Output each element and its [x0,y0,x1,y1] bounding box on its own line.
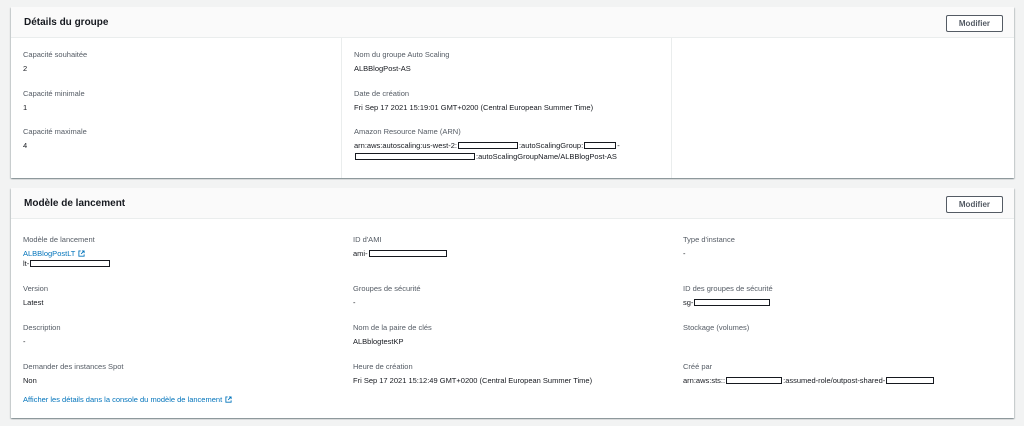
launch-template-column-1: Modèle de lancement ALBBlogPostLT lt- Ve… [11,219,341,418]
redacted-account-box-2 [726,377,783,384]
desired-capacity-field: Capacité souhaitée 2 [23,50,331,74]
redacted-sg-box [694,299,771,306]
desired-capacity-value: 2 [23,64,28,73]
launch-template-header: Modèle de lancement Modifier [11,188,1014,219]
arn-value-line-1: arn:aws:autoscaling:us-west-2: :autoScali… [354,141,661,151]
template-id-value: lt- [23,259,331,269]
ami-label: ID d'AMI [353,235,382,244]
creation-time-label: Heure de création [353,362,413,371]
key-pair-label: Nom de la paire de clés [353,323,432,332]
created-by-value: arn:aws:sts:::assumed-role/outpost-share… [683,376,1004,386]
sg-ids-label: ID des groupes de sécurité [683,284,773,293]
ami-field: ID d'AMI ami- [353,235,661,259]
ami-value: ami- [353,249,661,259]
console-details-link[interactable]: Afficher les détails dans la console du … [23,395,222,404]
edit-group-button[interactable]: Modifier [945,15,1003,32]
creation-time-value: Fri Sep 17 2021 15:12:49 GMT+0200 (Centr… [353,376,593,385]
created-by-label: Créé par [683,362,713,371]
external-link-icon[interactable] [78,250,85,257]
launch-template-column-3: Type d'instance - ID des groupes de sécu… [671,219,1014,418]
description-field: Description - [23,323,331,347]
template-label: Modèle de lancement [23,235,95,244]
description-label: Description [23,323,61,332]
group-details-title: Détails du groupe [24,17,109,28]
redacted-ami-box [368,250,447,257]
max-capacity-value: 4 [23,141,28,150]
created-by-prefix: arn:aws:sts:: [683,376,726,385]
arn-prefix: arn:aws:autoscaling:us-west-2: [354,141,457,150]
launch-template-column-2: ID d'AMI ami- Groupes de sécurité - Nom … [341,219,671,418]
sg-ids-field: ID des groupes de sécurité sg- [683,284,1004,308]
arn-asg-name-segment: :autoScalingGroupName/ALBBlogPost-AS [476,152,617,161]
group-details-column-1: Capacité souhaitée 2 Capacité minimale 1… [11,38,341,178]
asg-name-value: ALBBlogPost-AS [354,64,411,73]
created-by-role: :assumed-role/outpost-shared- [783,376,886,385]
creation-date-label: Date de création [354,89,410,98]
security-groups-label: Groupes de sécurité [353,284,421,293]
sg-prefix: sg- [683,298,694,307]
min-capacity-label: Capacité minimale [23,89,85,98]
asg-name-field: Nom du groupe Auto Scaling ALBBlogPost-A… [354,50,661,74]
storage-field: Stockage (volumes) [683,323,1004,333]
arn-label: Amazon Resource Name (ARN) [354,127,461,136]
arn-value-line-2: :autoScalingGroupName/ALBBlogPost-AS [354,152,661,162]
version-label: Version [23,284,49,293]
spot-label: Demander des instances Spot [23,362,124,371]
min-capacity-field: Capacité minimale 1 [23,89,331,113]
storage-label: Stockage (volumes) [683,323,750,332]
key-pair-value: ALBblogtestKP [353,337,404,346]
arn-asg-segment: :autoScalingGroup: [518,141,584,150]
launch-template-title: Modèle de lancement [24,198,126,209]
redacted-id-box [584,142,617,149]
template-field: Modèle de lancement ALBBlogPostLT lt- [23,235,331,269]
template-link[interactable]: ALBBlogPostLT [23,249,75,258]
group-details-column-3 [671,38,1014,178]
external-link-icon[interactable] [225,396,232,403]
max-capacity-label: Capacité maximale [23,127,87,136]
desired-capacity-label: Capacité souhaitée [23,50,88,59]
group-details-column-2: Nom du groupe Auto Scaling ALBBlogPost-A… [341,38,671,178]
security-groups-field: Groupes de sécurité - [353,284,661,308]
redacted-template-id-box [30,260,111,267]
template-id-prefix: lt- [23,259,30,268]
console-link-row: Afficher les détails dans la console du … [23,395,232,405]
creation-date-field: Date de création Fri Sep 17 2021 15:19:0… [354,89,661,113]
created-by-field: Créé par arn:aws:sts:::assumed-role/outp… [683,362,1004,386]
spot-value: Non [23,376,37,385]
group-details-header: Détails du groupe Modifier [11,7,1014,38]
max-capacity-field: Capacité maximale 4 [23,127,331,151]
min-capacity-value: 1 [23,103,28,112]
redacted-role-box [886,377,935,384]
group-details-panel: Détails du groupe Modifier Capacité souh… [11,7,1014,178]
edit-launch-template-button[interactable]: Modifier [945,196,1003,213]
version-value: Latest [23,298,44,307]
description-value: - [23,337,26,346]
security-groups-value: - [353,298,356,307]
spot-field: Demander des instances Spot Non [23,362,331,386]
redacted-guid-box [355,153,475,160]
launch-template-panel: Modèle de lancement Modifier Modèle de l… [11,188,1014,418]
version-field: Version Latest [23,284,331,308]
template-link-row: ALBBlogPostLT [23,249,331,259]
redacted-account-box [457,142,518,149]
arn-field: Amazon Resource Name (ARN) arn:aws:autos… [354,127,661,162]
creation-date-value: Fri Sep 17 2021 15:19:01 GMT+0200 (Centr… [354,103,594,112]
asg-name-label: Nom du groupe Auto Scaling [354,50,450,59]
ami-prefix: ami- [353,249,368,258]
instance-type-label: Type d'instance [683,235,735,244]
instance-type-field: Type d'instance - [683,235,1004,259]
instance-type-value: - [683,249,686,258]
creation-time-field: Heure de création Fri Sep 17 2021 15:12:… [353,362,661,386]
arn-dash: - [617,141,620,150]
key-pair-field: Nom de la paire de clés ALBblogtestKP [353,323,661,347]
sg-ids-value: sg- [683,298,1004,308]
